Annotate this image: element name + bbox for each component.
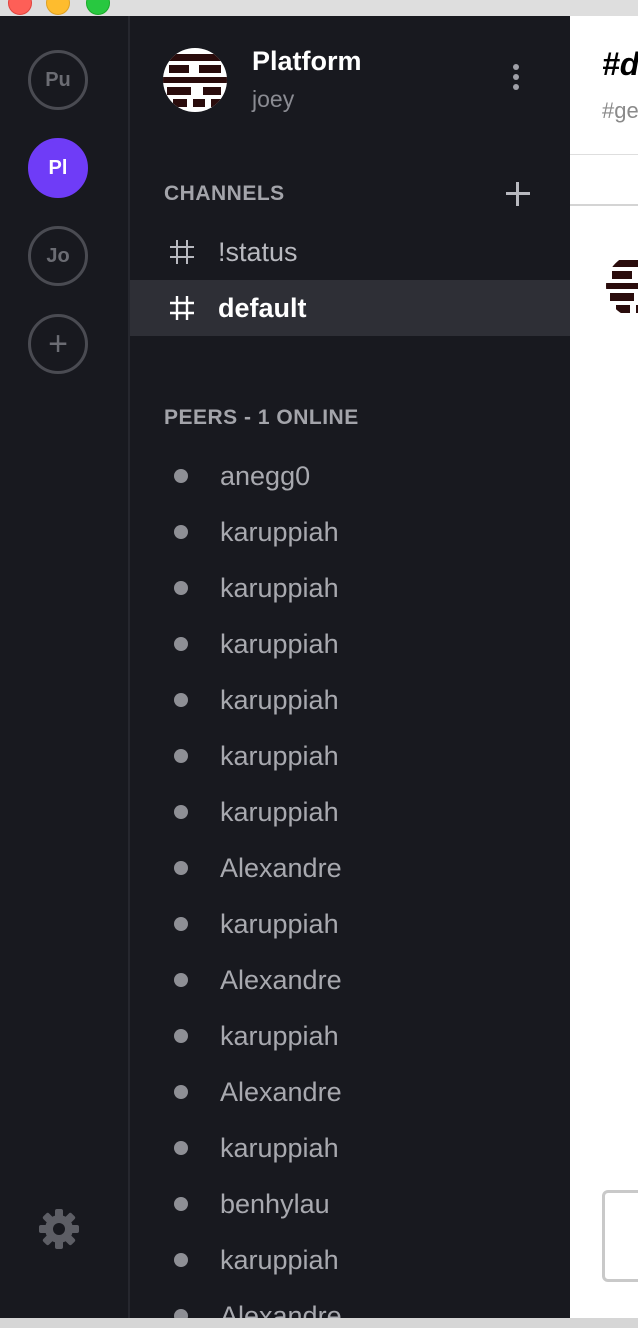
peer-item[interactable]: Alexandre xyxy=(130,1064,570,1120)
status-dot-icon xyxy=(174,805,188,819)
add-channel-button[interactable] xyxy=(504,180,532,208)
status-dot-icon xyxy=(174,1141,188,1155)
gear-icon[interactable] xyxy=(38,1208,80,1250)
hash-icon xyxy=(170,240,194,264)
channel-label: default xyxy=(218,292,307,323)
status-dot-icon xyxy=(174,1029,188,1043)
status-dot-icon xyxy=(174,917,188,931)
close-window-button[interactable] xyxy=(8,0,32,15)
peer-name: Alexandre xyxy=(220,964,342,995)
peer-item[interactable]: karuppiah xyxy=(130,1232,570,1288)
app-window: Pu Pl Jo + Platform joey CHANNELS !statu… xyxy=(0,16,638,1318)
peer-name: karuppiah xyxy=(220,908,339,939)
minimize-window-button[interactable] xyxy=(46,0,70,15)
workspace-jo-button[interactable]: Jo xyxy=(28,226,88,286)
status-dot-icon xyxy=(174,861,188,875)
peer-item[interactable]: benhylau xyxy=(130,1176,570,1232)
peer-item[interactable]: karuppiah xyxy=(130,1008,570,1064)
status-dot-icon xyxy=(174,749,188,763)
peer-item[interactable]: Alexandre xyxy=(130,952,570,1008)
peer-name: anegg0 xyxy=(220,460,311,491)
header-divider xyxy=(570,154,638,155)
peer-item[interactable]: karuppiah xyxy=(130,896,570,952)
status-dot-icon xyxy=(174,1197,188,1211)
status-dot-icon xyxy=(174,1309,188,1318)
peer-name: karuppiah xyxy=(220,516,339,547)
peer-item[interactable]: anegg0 xyxy=(130,448,570,504)
workspace-rail: Pu Pl Jo + xyxy=(0,16,130,1318)
status-dot-icon xyxy=(174,693,188,707)
peer-item[interactable]: karuppiah xyxy=(130,728,570,784)
peer-item[interactable]: Alexandre xyxy=(130,840,570,896)
window-titlebar xyxy=(0,0,638,17)
peer-name: karuppiah xyxy=(220,1020,339,1051)
channel-sidebar: Platform joey CHANNELS !status default P… xyxy=(130,16,570,1318)
peer-name: karuppiah xyxy=(220,684,339,715)
peer-name: karuppiah xyxy=(220,740,339,771)
peer-name: karuppiah xyxy=(220,1244,339,1275)
peer-item[interactable]: karuppiah xyxy=(130,504,570,560)
status-dot-icon xyxy=(174,525,188,539)
peer-name: Alexandre xyxy=(220,1076,342,1107)
channel-label: !status xyxy=(218,236,298,267)
window-bottom-edge xyxy=(0,1318,638,1328)
peer-item[interactable]: karuppiah xyxy=(130,616,570,672)
status-dot-icon xyxy=(174,637,188,651)
main-panel: #d #ge xyxy=(570,16,638,1318)
add-workspace-button[interactable]: + xyxy=(28,314,88,374)
message-avatar xyxy=(606,254,638,318)
status-dot-icon xyxy=(174,1085,188,1099)
hash-icon xyxy=(170,296,194,320)
peer-name: benhylau xyxy=(220,1188,330,1219)
workspace-name: Platform xyxy=(252,46,362,76)
status-dot-icon xyxy=(174,469,188,483)
channel-item-default[interactable]: default xyxy=(130,280,570,336)
peer-name: karuppiah xyxy=(220,796,339,827)
channel-subtitle: #ge xyxy=(602,98,638,123)
workspace-avatar xyxy=(163,48,227,112)
current-username: joey xyxy=(252,86,295,112)
workspace-pl-button[interactable]: Pl xyxy=(28,138,88,198)
peer-item[interactable]: karuppiah xyxy=(130,784,570,840)
peers-header: PEERS - 1 ONLINE xyxy=(164,406,359,429)
message-composer-input[interactable] xyxy=(602,1190,638,1282)
peer-name: Alexandre xyxy=(220,852,342,883)
status-dot-icon xyxy=(174,1253,188,1267)
peer-name: karuppiah xyxy=(220,572,339,603)
peer-item[interactable]: karuppiah xyxy=(130,1120,570,1176)
peer-item[interactable]: karuppiah xyxy=(130,560,570,616)
channels-header: CHANNELS xyxy=(164,182,285,205)
channel-title: #d xyxy=(602,46,638,82)
workspace-pu-button[interactable]: Pu xyxy=(28,50,88,110)
channel-item-status[interactable]: !status xyxy=(130,224,570,280)
status-dot-icon xyxy=(174,581,188,595)
kebab-icon[interactable] xyxy=(506,60,526,100)
peer-name: Alexandre xyxy=(220,1300,342,1319)
peer-name: karuppiah xyxy=(220,628,339,659)
peer-name: karuppiah xyxy=(220,1132,339,1163)
zoom-window-button[interactable] xyxy=(86,0,110,15)
toolbar-divider xyxy=(570,204,638,206)
peer-item[interactable]: Alexandre xyxy=(130,1288,570,1318)
peer-item[interactable]: karuppiah xyxy=(130,672,570,728)
status-dot-icon xyxy=(174,973,188,987)
